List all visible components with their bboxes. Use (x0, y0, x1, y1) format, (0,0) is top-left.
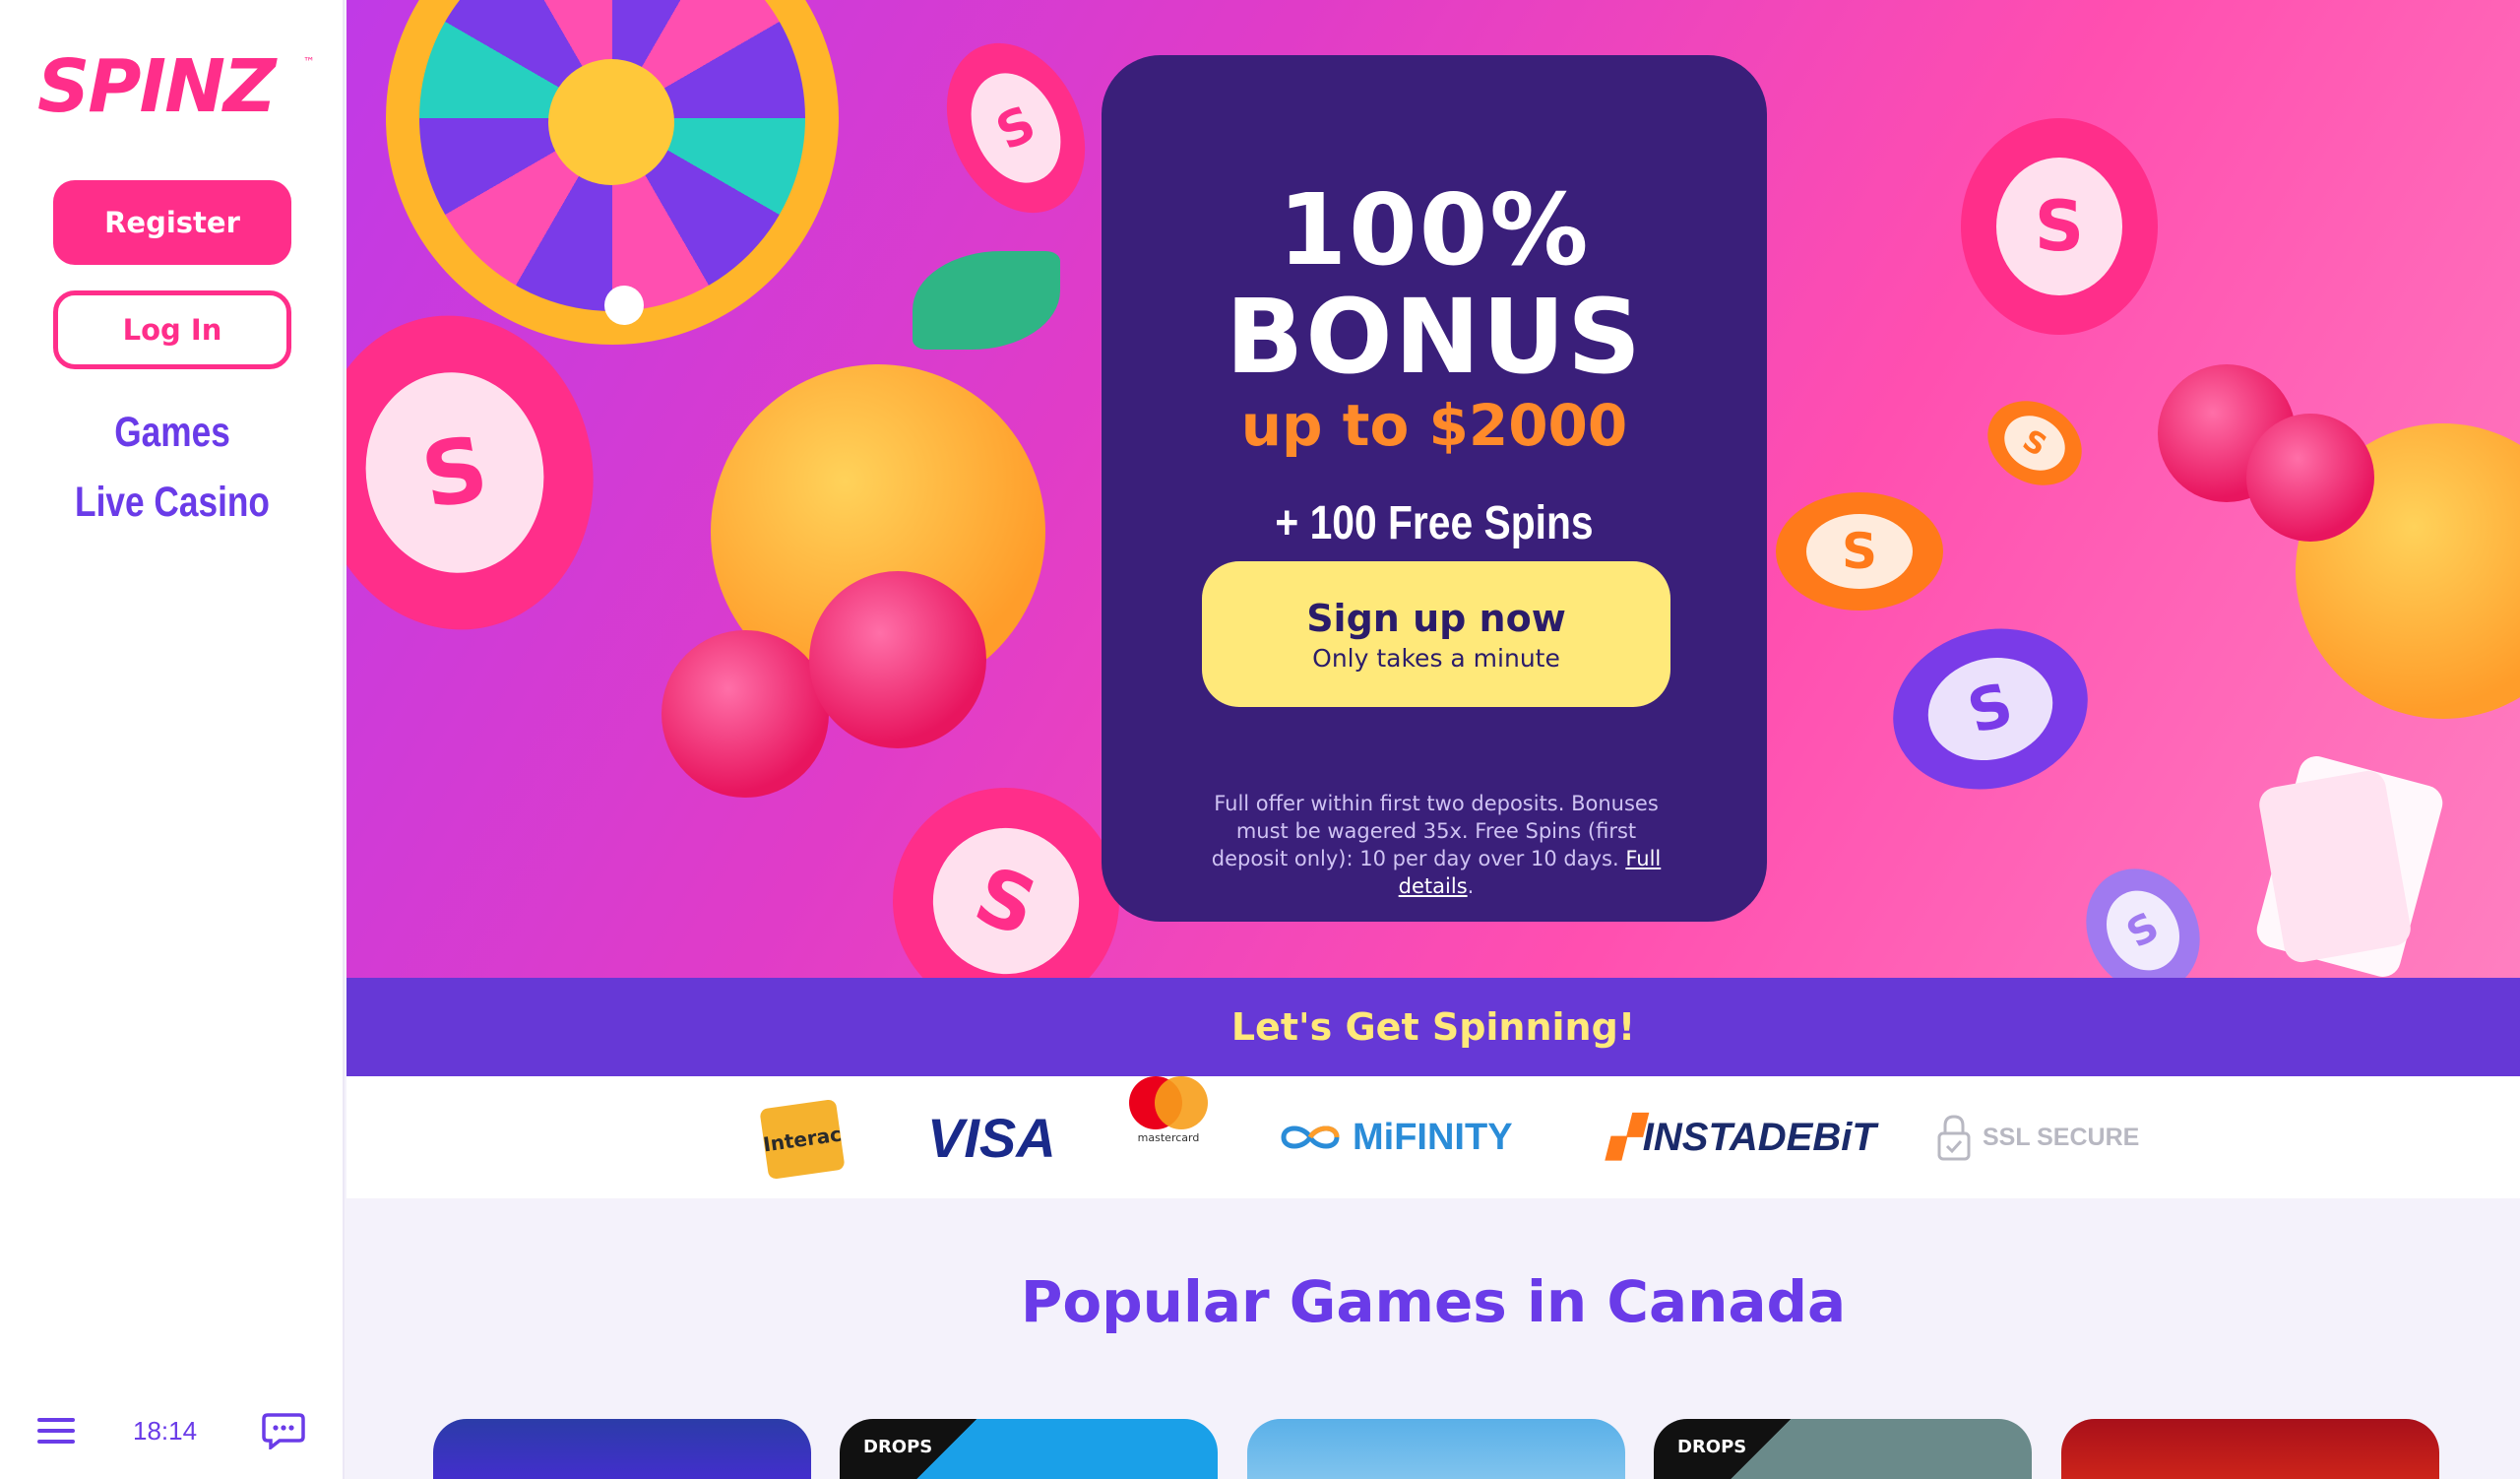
sign-up-subtext: Only takes a minute (1312, 643, 1560, 673)
roulette-ball (604, 286, 644, 325)
nav-live-casino-link[interactable]: Live Casino (32, 479, 314, 527)
ssl-label: SSL SECURE (1983, 1123, 2140, 1151)
orange-leaf (913, 251, 1060, 350)
hero-banner: S S S S S S S S 100% BONUS up to $2000 +… (346, 0, 2520, 978)
casino-chip-illustration: S (1961, 118, 2158, 335)
tagline-band: Let's Get Spinning! (346, 978, 2520, 1076)
game-tile[interactable]: DROPS (840, 1419, 1218, 1479)
nav-games-link[interactable]: Games (32, 409, 314, 457)
cherry-illustration (809, 571, 986, 748)
casino-chip-illustration: S (920, 20, 1111, 236)
popular-games-heading: Popular Games in Canada (1020, 1268, 1847, 1335)
casino-chip-illustration: S (1972, 384, 2098, 502)
bonus-offer-card: 100% BONUS up to $2000 + 100 Free Spins … (1102, 55, 1767, 922)
free-spins-text: + 100 Free Spins (1275, 497, 1594, 549)
bonus-heading: BONUS (1225, 277, 1644, 397)
cherry-right-illustration (2246, 414, 2374, 542)
spinz-logo[interactable]: SPINZ ™ (37, 50, 315, 123)
mastercard-wordmark: mastercard (1137, 1131, 1200, 1144)
tagline-text: Let's Get Spinning! (1230, 1005, 1636, 1049)
hamburger-menu-icon[interactable] (37, 1418, 75, 1447)
bonus-terms: Full offer within first two deposits. Bo… (1200, 790, 1672, 900)
chat-icon[interactable] (262, 1412, 305, 1449)
game-tile-label: DROPS (1677, 1437, 1747, 1457)
sign-up-button[interactable]: Sign up now Only takes a minute (1202, 561, 1670, 707)
mifinity-logo: MiFINITY (1276, 1076, 1513, 1198)
mifinity-wordmark: MiFINITY (1353, 1116, 1513, 1158)
ssl-secure-badge: SSL SECURE (1937, 1076, 2139, 1198)
instadebit-logo: ▞ INSTADEBiT (1608, 1076, 1876, 1198)
bonus-amount: up to $2000 (1240, 392, 1628, 459)
clock: 18:14 (133, 1416, 198, 1446)
instadebit-mark-icon: ▞ (1608, 1116, 1639, 1159)
bonus-percent: 100% (1278, 172, 1591, 288)
game-tile[interactable] (2061, 1419, 2439, 1479)
logo-trademark: ™ (303, 55, 315, 69)
game-tile[interactable] (1247, 1419, 1625, 1479)
casino-chip-illustration: S (1874, 607, 2107, 811)
game-tile[interactable]: DROPS (1654, 1419, 2032, 1479)
logo-wordmark: SPINZ (37, 44, 277, 129)
sidebar-footer: 18:14 (0, 1390, 345, 1479)
interac-logo: Interac (759, 1098, 846, 1181)
login-button[interactable]: Log In (53, 290, 291, 369)
instadebit-wordmark: INSTADEBiT (1642, 1115, 1876, 1159)
sidebar: SPINZ ™ Register Log In Games Live Casin… (0, 0, 345, 1479)
game-tile[interactable] (433, 1419, 811, 1479)
game-tile-label: DROPS (863, 1437, 933, 1457)
infinity-icon (1281, 1125, 1340, 1149)
casino-chip-illustration: S (346, 293, 618, 652)
casino-chip-illustration: S (2063, 848, 2223, 978)
terms-period: . (1467, 874, 1475, 898)
cherry-illustration (662, 630, 829, 798)
casino-chip-illustration: S (1776, 492, 1943, 611)
visa-logo: VISA (927, 1106, 1056, 1169)
roulette-hub (548, 59, 674, 185)
mastercard-logo: mastercard (1129, 1076, 1208, 1198)
sign-up-label: Sign up now (1306, 596, 1566, 640)
lock-icon (1937, 1115, 1971, 1161)
payment-methods-bar: Interac VISA mastercard MiFINITY ▞ INSTA… (346, 1076, 2520, 1198)
terms-text: Full offer within first two deposits. Bo… (1211, 792, 1659, 870)
register-button[interactable]: Register (53, 180, 291, 265)
